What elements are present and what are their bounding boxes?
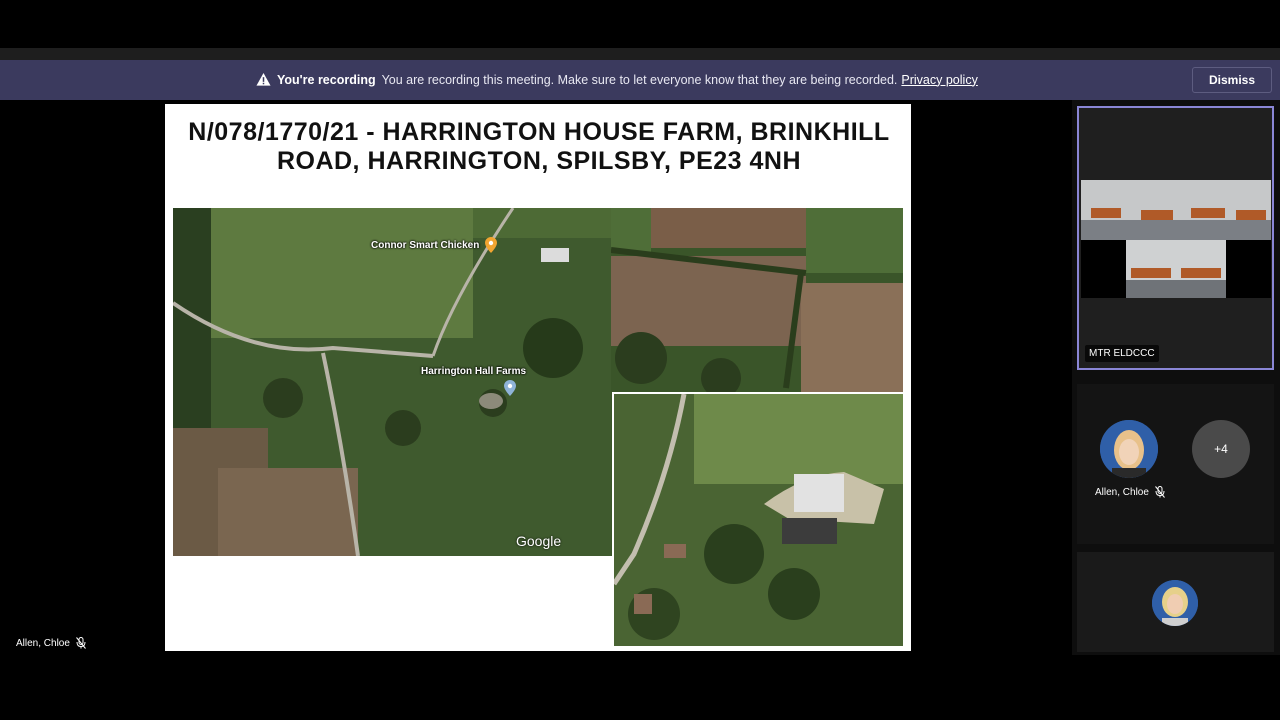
recording-title: You're recording	[277, 72, 376, 87]
room-video-image	[1081, 180, 1271, 298]
participant-avatar	[1100, 420, 1158, 478]
meeting-window: You're recording You are recording this …	[0, 0, 1280, 720]
participant-name: Allen, Chloe	[1095, 486, 1149, 498]
google-logo: Google	[516, 533, 562, 549]
participant-2-avatar-image	[1152, 580, 1198, 626]
shared-slide: N/078/1770/21 - HARRINGTON HOUSE FARM, B…	[165, 104, 911, 651]
room-tile-label: MTR ELDCCC	[1085, 345, 1159, 362]
mic-off-icon	[1155, 486, 1165, 498]
room-video-tile[interactable]: MTR ELDCCC	[1077, 106, 1274, 370]
recording-banner-content: You're recording You are recording this …	[256, 72, 978, 87]
recording-banner: You're recording You are recording this …	[0, 60, 1280, 100]
room-video-feed	[1081, 180, 1271, 298]
mic-off-icon	[76, 637, 86, 649]
dismiss-button[interactable]: Dismiss	[1192, 67, 1272, 93]
aerial-map-image	[173, 208, 611, 556]
place-pin-icon	[504, 380, 516, 396]
slide-title: N/078/1770/21 - HARRINGTON HOUSE FARM, B…	[188, 118, 890, 175]
privacy-policy-link[interactable]: Privacy policy	[901, 73, 977, 87]
inset-aerial-map	[612, 392, 905, 648]
warning-icon	[256, 72, 271, 86]
poi-label: Connor Smart Chicken	[371, 240, 480, 251]
participant-avatar-image	[1100, 420, 1158, 478]
recording-message: You are recording this meeting. Make sur…	[381, 72, 898, 87]
more-participants-button[interactable]: +4	[1192, 420, 1250, 478]
active-speaker-label: Allen, Chloe	[16, 637, 86, 649]
participant-2-avatar	[1152, 580, 1198, 626]
participant-name-label: Allen, Chloe	[1095, 486, 1165, 498]
inset-map-image	[614, 394, 903, 646]
top-strip	[0, 48, 1280, 60]
place-label: Harrington Hall Farms	[421, 366, 527, 377]
poi-pin-icon	[485, 237, 497, 253]
speaker-name: Allen, Chloe	[16, 637, 70, 649]
